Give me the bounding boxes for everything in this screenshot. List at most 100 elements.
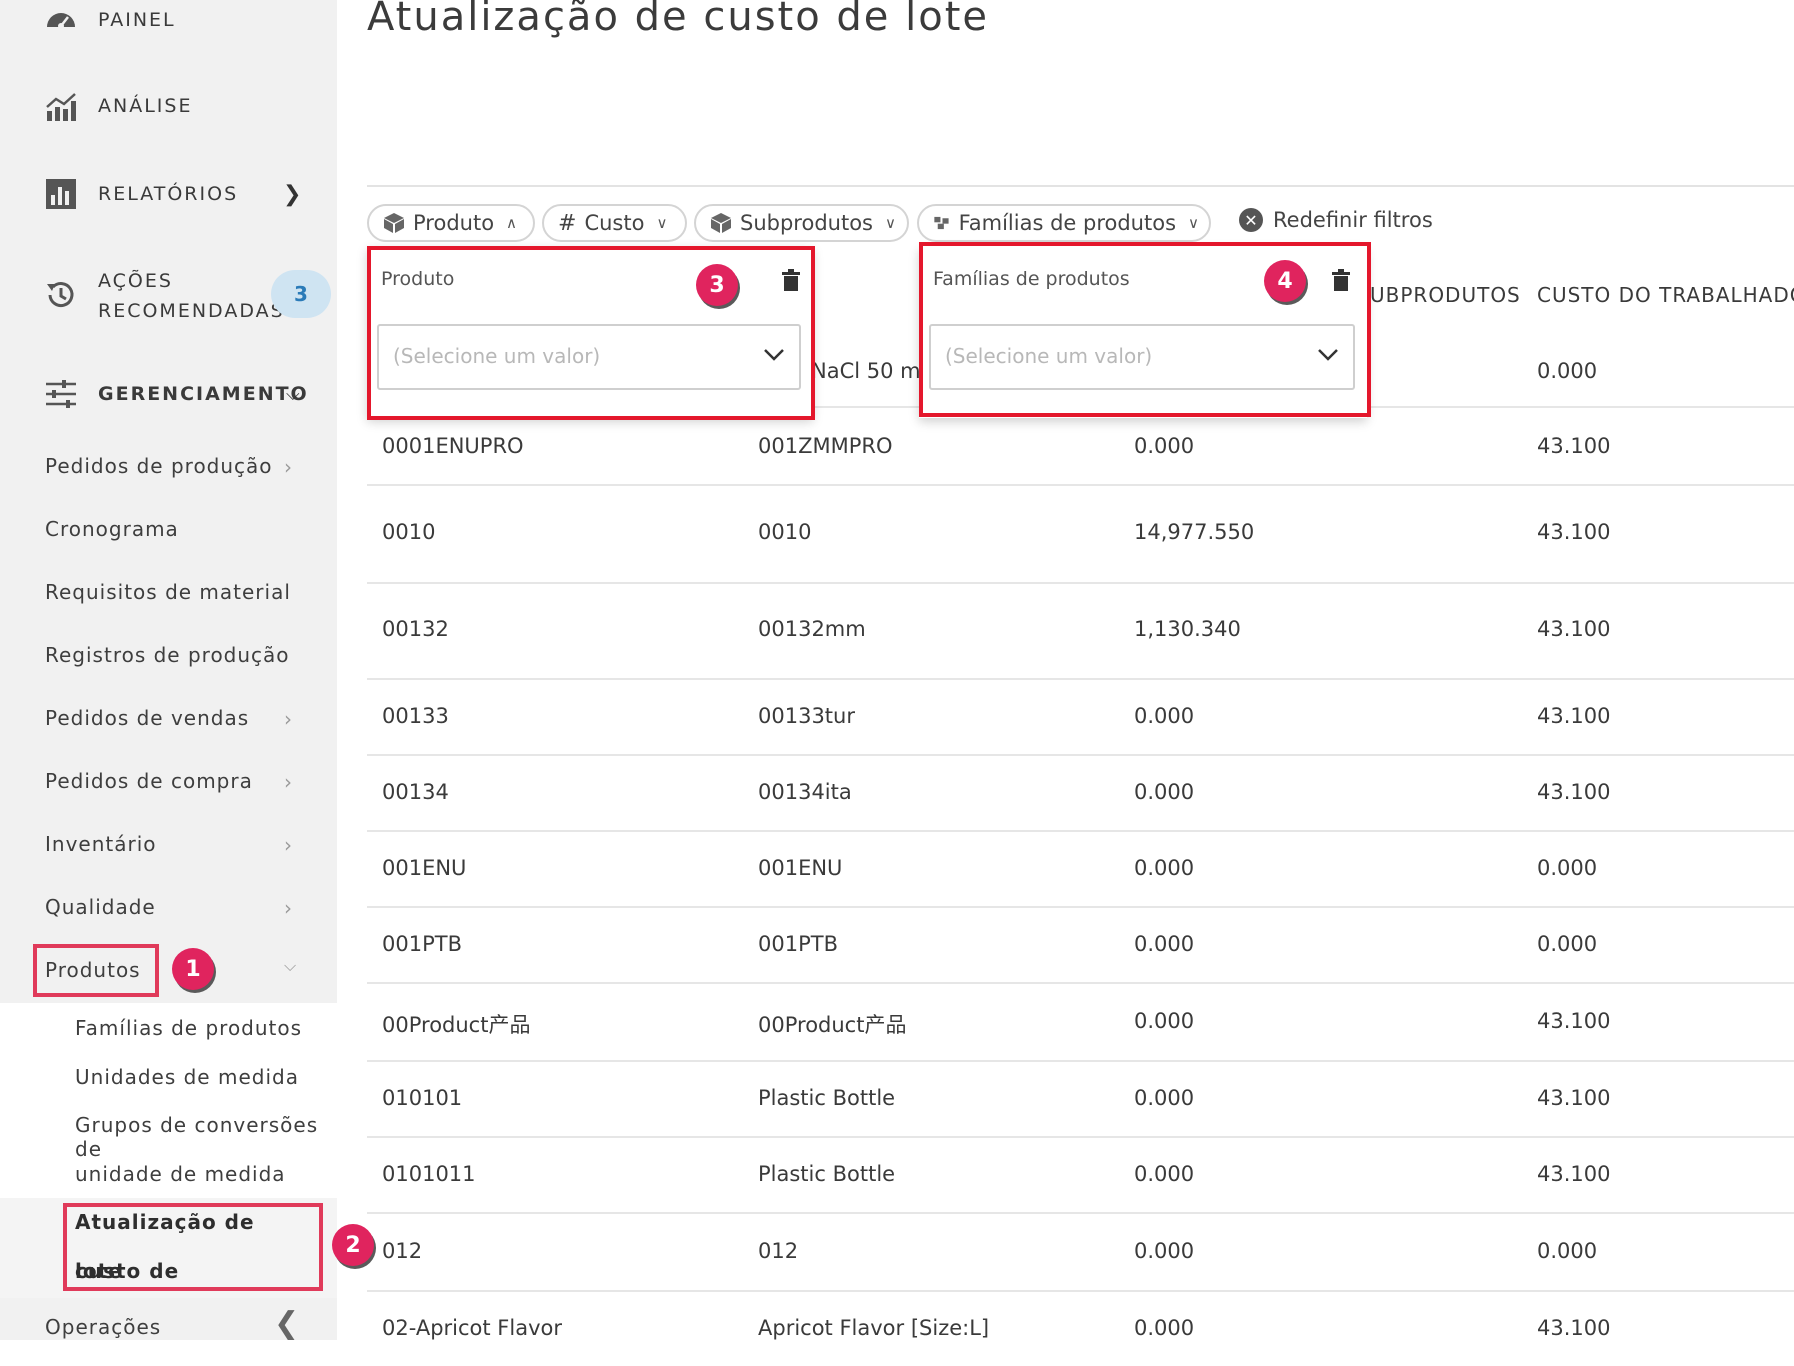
nav-registros-producao[interactable]: Registros de produção [45,643,290,667]
table-cell: 0.000 [1537,1239,1598,1263]
table-cell: 0001ENUPRO [382,434,524,458]
chevron-right-icon: ❯ [283,181,304,207]
table-cell: 00Product产品 [758,1013,907,1037]
nav-pedidos-vendas[interactable]: Pedidos de vendas [45,706,249,730]
table-row[interactable]: 001PTB 001PTB 0.000 0.000 [367,908,1794,984]
filter-chip-subprodutos-label: Subprodutos [740,211,873,235]
table-cell: 010101 [382,1086,463,1110]
step-marker-3: 3 [696,264,738,306]
reports-icon [46,179,76,209]
table-row[interactable]: 00132 00132mm 1,130.340 43.100 [367,584,1794,680]
table-cell: 001PTB [382,932,462,956]
table-row[interactable]: 010101 Plastic Bottle 0.000 43.100 [367,1062,1794,1138]
reset-filters-label: Redefinir filtros [1273,208,1433,232]
table-cell: 43.100 [1537,1086,1611,1110]
column-header-subprodutos[interactable]: UBPRODUTOS [1370,283,1521,307]
nav-grupos-conversoes[interactable]: Grupos de conversões de [75,1113,337,1161]
chevron-right-icon: › [284,707,292,731]
nav-gerenciamento[interactable]: GERENCIAMENTO ⌵ [0,376,337,412]
filter-chip-produto[interactable]: Produto ∧ [367,204,535,242]
table-cell: 0.000 [1134,704,1195,728]
highlight-box-produto-filter [367,246,815,420]
chevron-down-icon: ∨ [1188,214,1199,232]
column-header-custo-trabalhador[interactable]: CUSTO DO TRABALHADOR [1537,283,1794,307]
chevron-down-icon: ⌵ [286,383,302,405]
table-cell: 00133tur [758,704,855,728]
nav-unidades-medida[interactable]: Unidades de medida [75,1065,299,1089]
table-cell: 0.000 [1134,932,1195,956]
filter-chip-familias-label: Famílias de produtos [958,211,1177,235]
recommended-actions-badge: 3 [271,270,331,318]
reset-filters-button[interactable]: ✕ Redefinir filtros [1239,208,1433,232]
chevron-right-icon: › [284,770,292,794]
nav-inventario[interactable]: Inventário [45,832,157,856]
nav-relatorios[interactable]: RELATÓRIOS ❯ [0,176,337,212]
nav-qualidade[interactable]: Qualidade [45,895,156,919]
step-marker-4: 4 [1264,260,1306,302]
history-icon [47,282,74,308]
sliders-icon [46,380,76,408]
table-row[interactable]: 02-Apricot Flavor Apricot Flavor [Size:L… [367,1292,1794,1366]
table-cell: 0.000 [1134,780,1195,804]
nav-familias-produtos[interactable]: Famílias de produtos [75,1016,302,1040]
table-cell: 43.100 [1537,1009,1611,1033]
table-row[interactable]: 001ENU 001ENU 0.000 0.000 [367,832,1794,908]
table-cell: 001PTB [758,932,838,956]
table-cell: 0.000 [1537,932,1598,956]
box-icon [711,213,731,233]
table-row[interactable]: 0010 0010 14,977.550 43.100 [367,486,1794,584]
table-row[interactable]: 00133 00133tur 0.000 43.100 [367,680,1794,756]
chevron-down-icon: ⌵ [284,956,297,975]
filter-chip-subprodutos[interactable]: Subprodutos ∨ [694,204,909,242]
table-row[interactable]: 012 012 0.000 0.000 [367,1214,1794,1292]
chevron-right-icon: › [284,896,292,920]
table-cell: 0010 [758,520,812,544]
hash-icon: # [558,210,577,236]
chevron-up-icon: ∧ [506,214,518,232]
table-cell: 43.100 [1537,704,1611,728]
table-cell: 00134ita [758,780,852,804]
table-cell: 012 [758,1239,799,1263]
nav-analise[interactable]: ANÁLISE [0,88,337,124]
nav-relatorios-label: RELATÓRIOS [98,183,239,205]
table-cell: 0.000 [1134,1009,1195,1033]
filter-chip-custo[interactable]: # Custo ∨ [542,204,687,242]
highlight-box-atualizacao [63,1203,323,1291]
nav-gerenciamento-label: GERENCIAMENTO [98,383,309,405]
table-cell: 1,130.340 [1134,617,1241,641]
product-submenu: Famílias de produtos Unidades de medida … [0,1003,337,1200]
nav-requisitos-material[interactable]: Requisitos de material [45,580,291,604]
table-cell: 43.100 [1537,1162,1611,1186]
table-cell: 0.000 [1134,1316,1195,1340]
highlight-box-produtos [33,944,159,997]
sidebar: PAINEL ANÁLISE RELATÓRIOS ❯ AÇÕES RECOME… [0,0,337,1340]
table-cell: 00133 [382,704,449,728]
divider [367,185,1794,187]
nav-acoes-label-2: RECOMENDADAS [98,300,285,322]
nav-pedidos-compra[interactable]: Pedidos de compra [45,769,253,793]
close-circle-icon: ✕ [1239,208,1263,232]
table-row[interactable]: 0101011 Plastic Bottle 0.000 43.100 [367,1138,1794,1214]
collapse-sidebar-icon[interactable]: ❮ [274,1306,299,1340]
table-row[interactable]: 00134 00134ita 0.000 43.100 [367,756,1794,832]
nav-grupos-conversoes-line2[interactable]: unidade de medida [75,1162,286,1186]
nav-operacoes[interactable]: Operações [45,1315,161,1339]
chevron-down-icon: ∨ [656,214,668,232]
table-cell: 001ZMMPRO [758,434,893,458]
table-row[interactable]: 00Product产品 00Product产品 0.000 43.100 [367,984,1794,1062]
table-cell: 0101011 [382,1162,476,1186]
table-cell: 43.100 [1537,780,1611,804]
table-cell: 0.000 [1134,1162,1195,1186]
boxes-icon [934,216,949,230]
table-cell: 0.000 [1134,856,1195,880]
nav-painel-label: PAINEL [98,9,176,31]
table-cell: Plastic Bottle [758,1086,896,1110]
table-cell: 00132 [382,617,449,641]
step-marker-1: 1 [172,948,214,990]
filter-chip-familias[interactable]: Famílias de produtos ∨ [917,204,1211,242]
table-cell: 00132mm [758,617,866,641]
nav-painel[interactable]: PAINEL [0,2,337,38]
table-cell: 00134 [382,780,449,804]
nav-cronograma[interactable]: Cronograma [45,517,179,541]
nav-pedidos-producao[interactable]: Pedidos de produção [45,454,273,478]
